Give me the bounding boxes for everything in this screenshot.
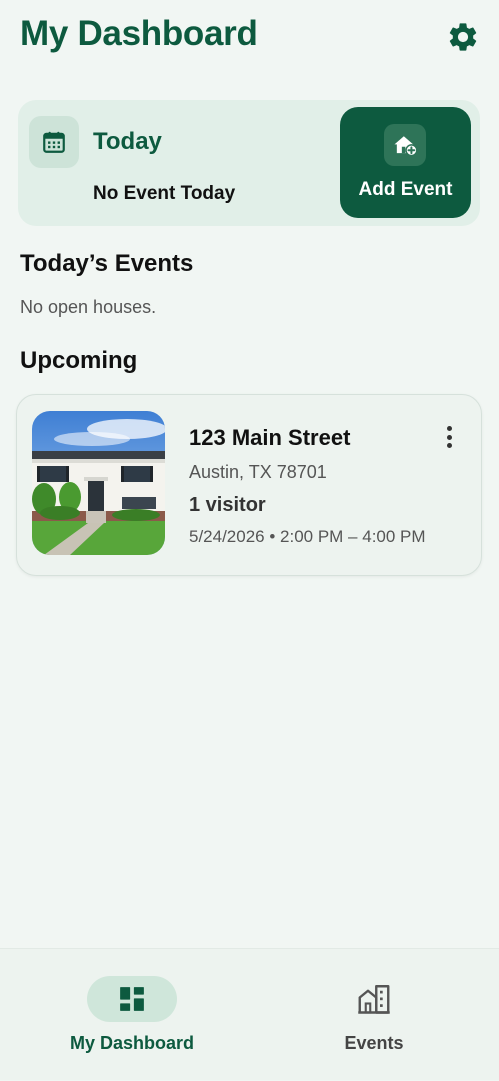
add-house-icon bbox=[384, 124, 426, 166]
property-photo bbox=[32, 411, 165, 555]
calendar-icon bbox=[29, 116, 79, 168]
gear-icon[interactable] bbox=[446, 20, 480, 54]
nav-item-events[interactable]: Events bbox=[249, 949, 499, 1081]
nav-label-my-dashboard: My Dashboard bbox=[69, 1033, 195, 1053]
header: My Dashboard bbox=[0, 0, 499, 80]
today-card: Today No Event Today Add Event bbox=[18, 100, 480, 226]
todays-events-empty: No open houses. bbox=[20, 297, 157, 317]
upcoming-heading: Upcoming bbox=[20, 347, 138, 374]
event-address: 123 Main Street bbox=[189, 425, 351, 450]
event-visitors: 1 visitor bbox=[189, 494, 266, 516]
event-datetime: 5/24/2026 • 2:00 PM – 4:00 PM bbox=[189, 527, 426, 546]
event-card[interactable]: 123 Main Street Austin, TX 78701 1 visit… bbox=[16, 394, 482, 576]
nav-label-events: Events bbox=[344, 1033, 404, 1053]
add-event-button[interactable]: Add Event bbox=[340, 107, 471, 218]
page-title: My Dashboard bbox=[20, 14, 258, 53]
todays-events-heading: Today’s Events bbox=[20, 250, 194, 277]
event-location: Austin, TX 78701 bbox=[189, 462, 327, 482]
dashboard-icon bbox=[87, 976, 177, 1022]
today-label: Today bbox=[93, 128, 162, 155]
today-status: No Event Today bbox=[93, 183, 236, 204]
more-vertical-icon[interactable] bbox=[437, 423, 461, 451]
nav-item-my-dashboard[interactable]: My Dashboard bbox=[0, 949, 250, 1081]
buildings-icon bbox=[354, 979, 394, 1019]
add-event-label: Add Event bbox=[358, 179, 453, 200]
bottom-nav: My Dashboard Events bbox=[0, 948, 499, 1080]
